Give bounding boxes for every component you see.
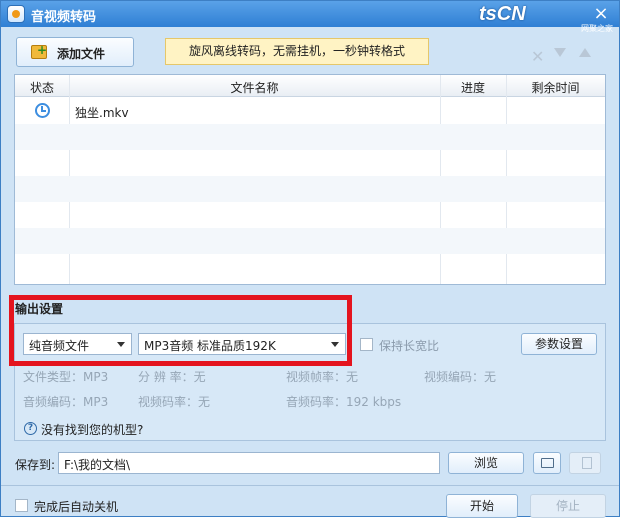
start-button[interactable]: 开始	[446, 494, 518, 518]
column-remaining[interactable]: 剩余时间	[506, 79, 605, 96]
highlight-annotation-box	[9, 295, 352, 366]
keep-ratio-checkbox[interactable]	[360, 338, 373, 351]
empty-row	[15, 254, 605, 280]
stop-button[interactable]: 停止	[530, 494, 606, 518]
save-path-input[interactable]: F:\我的文档\	[58, 452, 440, 474]
empty-row	[15, 176, 605, 202]
empty-row	[15, 124, 605, 150]
footer-divider	[1, 485, 619, 486]
delete-icon[interactable]: ✕	[531, 47, 544, 66]
file-type-info: 文件类型：MP3	[23, 370, 109, 384]
audio-codec-info: 音频编码：MP3	[23, 395, 109, 409]
close-button[interactable]: ×	[591, 4, 611, 24]
empty-row	[15, 228, 605, 254]
empty-row	[15, 202, 605, 228]
list-header: 状态 文件名称 进度 剩余时间	[15, 75, 605, 97]
app-icon	[7, 5, 25, 23]
audio-bitrate-info: 音频码率：192 kbps	[286, 395, 402, 409]
move-up-icon[interactable]	[579, 48, 591, 57]
browse-button[interactable]: 浏览	[448, 452, 524, 474]
shutdown-label: 完成后自动关机	[34, 500, 119, 514]
list-item[interactable]: 独坐.mkv	[15, 98, 605, 124]
save-to-label: 保存到:	[15, 458, 56, 472]
shutdown-checkbox[interactable]	[15, 499, 28, 512]
column-status[interactable]: 状态	[15, 79, 69, 96]
column-filename[interactable]: 文件名称	[69, 79, 440, 96]
export-button[interactable]	[569, 452, 601, 474]
folder-icon	[541, 458, 554, 468]
open-folder-button[interactable]	[533, 452, 561, 474]
promo-banner[interactable]: 旋风离线转码，无需挂机，一秒钟转格式	[165, 38, 429, 65]
brand-logo: tsCN	[479, 3, 526, 25]
title-bar[interactable]: 音视频转码 tsCN 网聚之家 ×	[1, 1, 619, 33]
video-bitrate-info: 视频码率：无	[138, 395, 211, 409]
video-fps-info: 视频帧率：无	[286, 370, 359, 384]
resolution-info: 分 辨 率：无	[138, 370, 206, 384]
file-list: 状态 文件名称 进度 剩余时间 独坐.mkv	[14, 74, 606, 285]
empty-row	[15, 150, 605, 176]
clock-icon	[35, 103, 50, 118]
column-progress[interactable]: 进度	[440, 79, 506, 96]
video-codec-info: 视频编码：无	[424, 370, 497, 384]
export-icon	[582, 457, 592, 469]
transcode-window: 音视频转码 tsCN 网聚之家 × 添加文件 旋风离线转码，无需挂机，一秒钟转格…	[0, 0, 620, 518]
brand-subtitle: 网聚之家	[581, 24, 613, 33]
add-file-label: 添加文件	[57, 47, 106, 61]
window-title: 音视频转码	[31, 10, 97, 25]
help-icon[interactable]: ?	[24, 422, 37, 435]
file-name: 独坐.mkv	[75, 106, 129, 120]
keep-ratio-label: 保持长宽比	[379, 339, 440, 353]
move-down-icon[interactable]	[554, 48, 566, 57]
param-settings-button[interactable]: 参数设置	[521, 333, 597, 355]
help-link[interactable]: 没有找到您的机型?	[41, 421, 143, 438]
add-file-button[interactable]: 添加文件	[16, 37, 134, 67]
add-folder-icon	[31, 43, 47, 59]
